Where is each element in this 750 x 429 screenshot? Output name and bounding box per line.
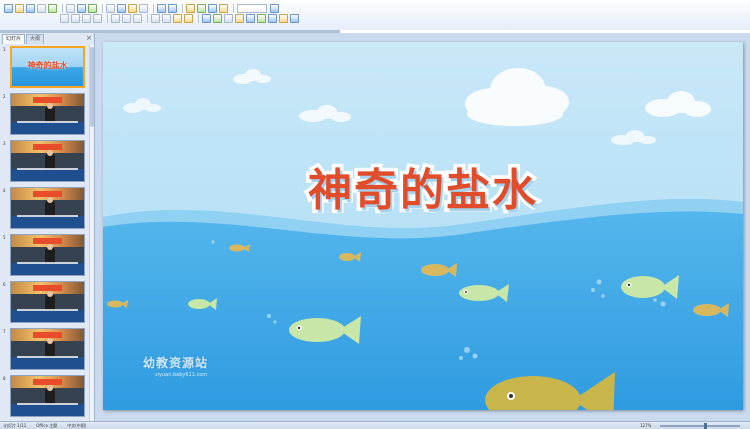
slide-number: 8: [3, 376, 6, 381]
tab-outline[interactable]: 大纲: [26, 34, 45, 44]
underline-icon[interactable]: [82, 13, 91, 23]
slide-thumbnail-frame: [10, 234, 85, 276]
scrollbar-thumb[interactable]: [90, 47, 94, 127]
slide-thumbnail-7[interactable]: 7: [0, 327, 89, 373]
video-frame-thumbnail: [11, 235, 84, 275]
video-frame-thumbnail: [11, 376, 84, 416]
save-icon[interactable]: [26, 3, 35, 13]
slide-number: 6: [3, 282, 6, 287]
autoshapes-icon[interactable]: [246, 13, 255, 23]
toolbar-separator: [147, 13, 148, 23]
slide-thumbnail-frame: [10, 328, 85, 370]
slide-thumbnail-2[interactable]: 2: [0, 92, 89, 138]
align-left-icon[interactable]: [111, 13, 120, 23]
slide-canvas[interactable]: 神奇的盐水 幼教资源站 ziyuan.baby611.com: [103, 42, 743, 410]
thumbnail-title: 神奇的盐水: [27, 61, 68, 70]
align-center-icon[interactable]: [122, 13, 131, 23]
status-language: 中文(中国): [67, 422, 87, 428]
thumbnail-list: 1 神奇的盐水 2 3 4 5 6 7 8: [0, 45, 89, 421]
slide-title[interactable]: 神奇的盐水: [103, 154, 743, 220]
toolbar: [0, 0, 750, 30]
watermark-url: ziyuan.baby611.com: [155, 372, 208, 378]
permission-icon[interactable]: [37, 3, 46, 13]
decrease-font-icon[interactable]: [184, 13, 193, 23]
zoom-level[interactable]: 127%: [640, 423, 651, 428]
slide-number: 5: [3, 235, 6, 240]
status-slide-info: 幻灯片 1/11: [4, 422, 27, 428]
slide-number: 1: [3, 47, 6, 52]
fill-color-icon[interactable]: [257, 13, 266, 23]
bullets-icon[interactable]: [162, 13, 171, 23]
toolbar-separator: [107, 13, 108, 23]
slide-number: 7: [3, 329, 6, 334]
design-icon[interactable]: [202, 13, 211, 23]
tab-slides[interactable]: 幻灯片: [2, 34, 26, 44]
slide-thumbnail-4[interactable]: 4: [0, 186, 89, 232]
video-frame-thumbnail: [11, 141, 84, 181]
draw-icon[interactable]: [224, 13, 233, 23]
slide-thumbnail-3[interactable]: 3: [0, 139, 89, 185]
slide-editor: 神奇的盐水 幼教资源站 ziyuan.baby611.com: [96, 33, 750, 421]
bold-icon[interactable]: [60, 13, 69, 23]
slide-thumbnail-frame: [10, 375, 85, 417]
effects-icon[interactable]: [279, 13, 288, 23]
slide-number: 2: [3, 94, 6, 99]
status-bar: 幻灯片 1/11 Office 主题 中文(中国) 127%: [0, 421, 750, 429]
numbering-icon[interactable]: [151, 13, 160, 23]
slide-thumbnail-frame: [10, 140, 85, 182]
toolbar-row-formatting: [60, 12, 301, 24]
open-icon[interactable]: [15, 3, 24, 13]
slide-number: 3: [3, 141, 6, 146]
zoom-slider[interactable]: [660, 423, 740, 429]
slide-thumbnail-frame: 神奇的盐水: [10, 46, 85, 88]
thumbnail-scrollbar[interactable]: [89, 45, 94, 421]
zoom-slider-knob[interactable]: [704, 423, 707, 429]
italic-icon[interactable]: [71, 13, 80, 23]
slides-pane: 幻灯片 大纲 × 1 神奇的盐水 2 3 4 5 6 7 8: [0, 33, 95, 421]
line-color-icon[interactable]: [268, 13, 277, 23]
arrange-icon[interactable]: [290, 13, 299, 23]
close-icon[interactable]: ×: [86, 35, 92, 42]
toolbar-separator: [198, 13, 199, 23]
slide-thumbnail-frame: [10, 187, 85, 229]
slide-thumbnail-image: 神奇的盐水: [12, 48, 83, 86]
status-theme: Office 主题: [36, 422, 58, 428]
video-frame-thumbnail: [11, 282, 84, 322]
new-slide-icon[interactable]: [213, 13, 222, 23]
powerpoint-window: 幻灯片 大纲 × 1 神奇的盐水 2 3 4 5 6 7 8 神奇的盐水 幼教资…: [0, 0, 750, 429]
video-frame-thumbnail: [11, 188, 84, 228]
video-frame-thumbnail: [11, 329, 84, 369]
slide-thumbnail-1[interactable]: 1 神奇的盐水: [0, 45, 89, 91]
pane-tabs: 幻灯片 大纲: [2, 34, 45, 44]
watermark-text: 幼教资源站: [143, 356, 209, 370]
increase-font-icon[interactable]: [173, 13, 182, 23]
slide-thumbnail-5[interactable]: 5: [0, 233, 89, 279]
font-color-icon[interactable]: [235, 13, 244, 23]
slide-thumbnail-frame: [10, 93, 85, 135]
slide-number: 4: [3, 188, 6, 193]
video-frame-thumbnail: [11, 94, 84, 134]
email-icon[interactable]: [48, 3, 57, 13]
shadow-icon[interactable]: [93, 13, 102, 23]
slide-thumbnail-8[interactable]: 8: [0, 374, 89, 420]
slide-thumbnail-6[interactable]: 6: [0, 280, 89, 326]
new-icon[interactable]: [4, 3, 13, 13]
align-right-icon[interactable]: [133, 13, 142, 23]
slide-thumbnail-frame: [10, 281, 85, 323]
watermark-logo: 幼教资源站 ziyuan.baby611.com: [143, 354, 208, 378]
